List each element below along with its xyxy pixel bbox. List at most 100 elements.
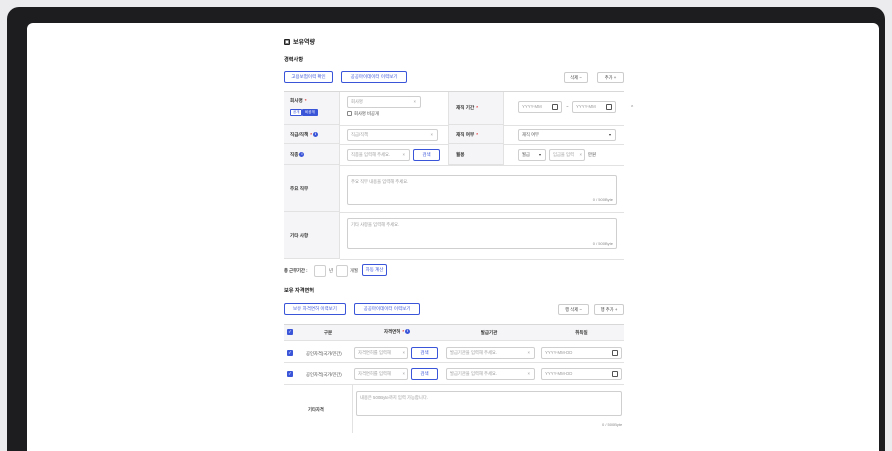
career-delete-button[interactable]: 삭제 −: [564, 72, 588, 83]
employed-select-value: 재직 여부: [522, 132, 540, 137]
row-checkbox[interactable]: ✓: [287, 371, 293, 377]
position-label-cell: 직급/직책 * i: [284, 125, 340, 144]
calendar-icon[interactable]: [606, 104, 612, 110]
cert-type: 공인자격(국가/민간): [306, 351, 342, 356]
duties-textarea[interactable]: 주요 직무 내용을 입력해 주세요. 0 / 500Byte: [347, 175, 617, 205]
cert-name-placeholder: 자격면허를 입력해: [358, 350, 391, 355]
company-private-checkbox[interactable]: [347, 111, 352, 116]
career-public-data-button[interactable]: 공공마이데이터 이력보기: [341, 71, 407, 83]
company-label-cell: 회사명 * 공개 비공개: [284, 92, 340, 125]
salary-label-cell: 월봉: [448, 144, 504, 165]
employed-select[interactable]: 재직 여부 ▾: [518, 129, 616, 141]
cert-date-placeholder: YYYY-MM-DD: [545, 371, 573, 376]
cert-etc-label: 기타자격: [308, 407, 324, 412]
salary-input[interactable]: 임금을 입력 ×: [549, 149, 585, 161]
required-mark: *: [310, 132, 312, 137]
row-add-button[interactable]: 행 추가 +: [594, 304, 624, 315]
period-start-input[interactable]: YYYY-MM: [518, 101, 562, 113]
period-end-placeholder: YYYY-MM: [576, 104, 596, 109]
required-mark: *: [304, 98, 307, 103]
certs-public-data-button[interactable]: 공공마이데이터 이력보기: [354, 303, 420, 315]
calendar-icon[interactable]: [552, 104, 558, 110]
job-label: 직종: [290, 152, 299, 157]
row-delete-button[interactable]: 행 삭제 −: [558, 304, 589, 315]
employed-label: 재직 여부: [456, 132, 475, 137]
etc-label: 기타 사항: [290, 233, 309, 238]
row-divider: [284, 384, 624, 385]
job-search-button[interactable]: 검색: [413, 149, 440, 161]
row-divider: [340, 259, 624, 260]
cert-date-input[interactable]: YYYY-MM-DD: [541, 368, 622, 380]
cert-name-placeholder: 자격면허를 입력해: [358, 371, 391, 376]
screen: ▣ 보유역량 경력사항 고용보험이력 확인 공공마이데이터 이력보기 삭제 − …: [27, 23, 879, 451]
col-name-header-text: 자격면허: [383, 329, 401, 334]
clear-icon[interactable]: ×: [402, 369, 405, 379]
cert-name-input[interactable]: 자격면허를 입력해 ×: [354, 347, 408, 359]
col-type-header: 구분: [323, 330, 333, 335]
salary-type-value: 월급: [522, 152, 530, 157]
job-label-cell: 직종 i: [284, 144, 340, 165]
calendar-icon[interactable]: [612, 350, 618, 356]
clear-icon[interactable]: ×: [402, 348, 405, 358]
period-end-input[interactable]: YYYY-MM: [572, 101, 616, 113]
clear-icon[interactable]: ×: [402, 150, 405, 160]
total-year-input[interactable]: [314, 265, 326, 277]
job-input[interactable]: 직종을 입력해 주세요. ×: [347, 149, 410, 161]
row-checkbox[interactable]: ✓: [287, 350, 293, 356]
cert-etc-textarea[interactable]: 내용은 500Byte까지 입력 가능합니다.: [356, 391, 622, 416]
info-icon[interactable]: i: [405, 329, 411, 335]
cert-issuer-input[interactable]: 발급기관을 입력해 주세요. ×: [446, 347, 535, 359]
cert-name-input[interactable]: 자격면허를 입력해 ×: [354, 368, 408, 380]
clear-icon[interactable]: ×: [527, 348, 530, 358]
cert-search-button[interactable]: 검색: [411, 347, 438, 359]
info-icon[interactable]: i: [312, 132, 318, 138]
company-public-tag[interactable]: 공개: [290, 109, 303, 116]
page-title: ▣ 보유역량: [284, 37, 315, 46]
col-name-header: 자격면허 * i: [354, 329, 440, 335]
required-mark: *: [402, 329, 405, 334]
position-label: 직급/직책: [290, 132, 309, 137]
company-input[interactable]: 회사명 ×: [347, 96, 421, 108]
job-input-placeholder: 직종을 입력해 주세요.: [351, 152, 391, 157]
select-all-checkbox[interactable]: ✓: [287, 329, 293, 335]
clear-icon[interactable]: ×: [579, 150, 582, 160]
clear-icon[interactable]: ×: [413, 97, 416, 107]
salary-label: 월봉: [456, 152, 465, 157]
company-label: 회사명: [290, 98, 303, 103]
cert-issuer-placeholder: 발급기관을 입력해 주세요.: [450, 350, 498, 355]
etc-textarea[interactable]: 기타 사항을 입력해 주세요. 0 / 500Byte: [347, 218, 617, 249]
total-month-input[interactable]: [336, 265, 348, 277]
col-divider: [352, 384, 353, 433]
duties-placeholder: 주요 직무 내용을 입력해 주세요.: [351, 179, 409, 184]
certs-history-button[interactable]: 보유 자격면허 이력보기: [284, 303, 346, 315]
cert-etc-byte-count: 0 / 500Byte: [602, 422, 623, 427]
cert-search-button[interactable]: 검색: [411, 368, 438, 380]
period-start-placeholder: YYYY-MM: [522, 104, 542, 109]
info-icon[interactable]: i: [299, 152, 305, 158]
employment-insurance-button[interactable]: 고용보험이력 확인: [284, 71, 333, 83]
clear-icon[interactable]: ×: [430, 130, 433, 140]
clear-icon[interactable]: ×: [527, 369, 530, 379]
career-add-button[interactable]: 추가 +: [597, 72, 624, 83]
company-private-tag[interactable]: 비공개: [302, 109, 318, 116]
page-title-text: 보유역량: [293, 40, 316, 46]
page-title-icon: ▣: [284, 38, 290, 45]
cert-etc-placeholder: 내용은 500Byte까지 입력 가능합니다.: [360, 395, 428, 400]
col-date-header: 취득일: [575, 330, 588, 335]
etc-label-cell: 기타 사항: [284, 212, 340, 259]
auto-calc-button[interactable]: 자동 계산: [362, 264, 387, 276]
cert-type: 공인자격(국가/민간): [306, 372, 342, 377]
duties-label: 주요 직무: [290, 186, 309, 191]
period-label: 재직 기간: [456, 105, 475, 110]
total-year-unit: 년: [329, 268, 333, 273]
collapse-chevron-icon[interactable]: ⌃: [630, 105, 634, 111]
calendar-icon[interactable]: [612, 371, 618, 377]
duties-label-cell: 주요 직무: [284, 165, 340, 212]
cert-issuer-input[interactable]: 발급기관을 입력해 주세요. ×: [446, 368, 535, 380]
cert-date-input[interactable]: YYYY-MM-DD: [541, 347, 622, 359]
position-input[interactable]: 직급/직책 ×: [347, 129, 438, 141]
certs-section-title: 보유 자격면허: [284, 288, 315, 294]
col-issuer-header: 발급기관: [480, 330, 498, 335]
salary-type-select[interactable]: 월급 ▾: [518, 149, 546, 161]
chevron-down-icon: ▾: [538, 152, 541, 157]
